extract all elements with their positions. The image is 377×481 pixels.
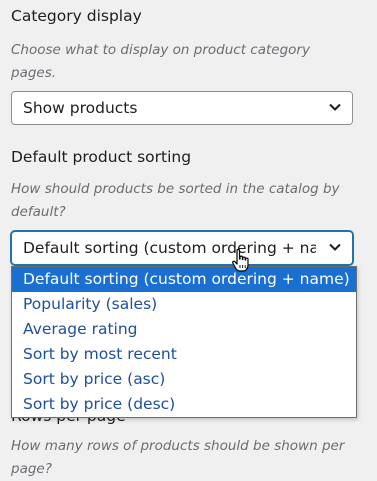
category-display-description: Choose what to display on product catego… [11, 42, 310, 81]
customizer-panel: Category display Choose what to display … [0, 0, 377, 481]
rows-per-page-description: How many rows of products should be show… [11, 438, 345, 477]
sorting-option[interactable]: Sort by price (desc) [12, 392, 356, 417]
chevron-down-icon [316, 232, 352, 264]
category-display-title: Category display [11, 7, 142, 25]
hand-pointer-icon [230, 248, 252, 274]
default-sorting-select[interactable]: Default sorting (custom ordering + name) [11, 231, 353, 265]
default-sorting-description: How should products be sorted in the cat… [11, 181, 340, 220]
sorting-option[interactable]: Sort by price (asc) [12, 367, 356, 392]
sorting-option[interactable]: Default sorting (custom ordering + name) [12, 267, 356, 292]
sorting-option[interactable]: Sort by most recent [12, 342, 356, 367]
sorting-option[interactable]: Average rating [12, 317, 356, 342]
chevron-down-icon [316, 92, 352, 124]
default-sorting-title: Default product sorting [11, 148, 192, 166]
default-sorting-value: Default sorting (custom ordering + name) [23, 239, 350, 257]
sorting-dropdown-list: Default sorting (custom ordering + name)… [11, 266, 357, 418]
category-display-value: Show products [23, 99, 138, 117]
sorting-option[interactable]: Popularity (sales) [12, 292, 356, 317]
category-display-select[interactable]: Show products [11, 91, 353, 125]
